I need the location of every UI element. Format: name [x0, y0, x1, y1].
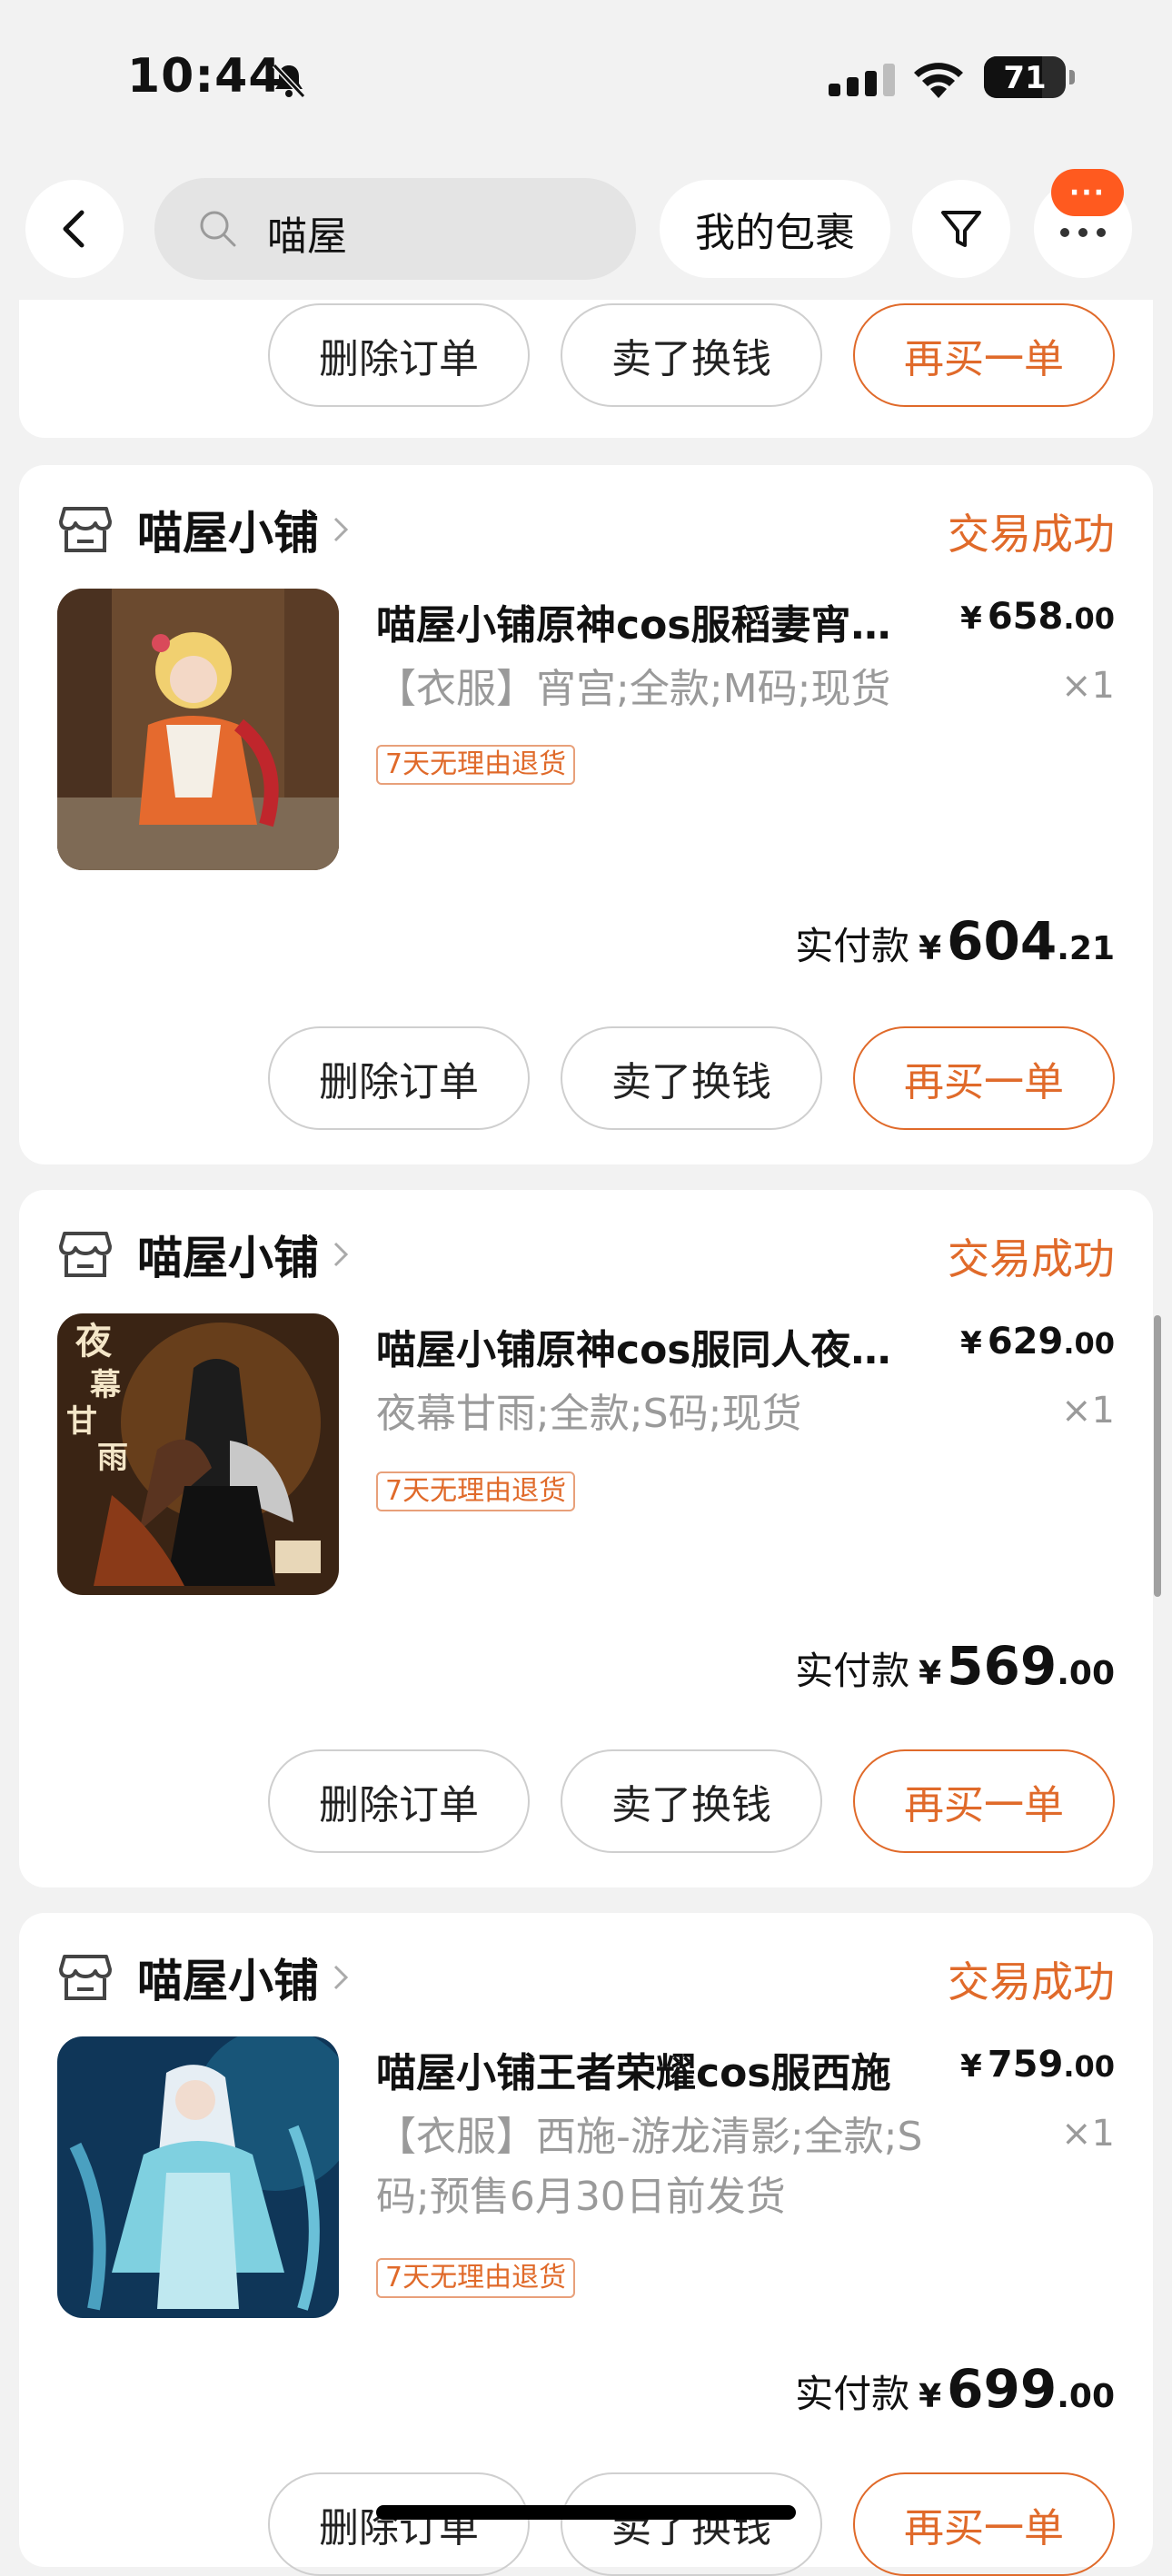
- thumb-char-1: 夜: [74, 1320, 113, 1362]
- paid-amount: 实付款 ¥699.00: [795, 2358, 1115, 2420]
- search-icon: [200, 211, 236, 247]
- delete-order-button[interactable]: 删除订单: [268, 1026, 530, 1130]
- delete-order-button[interactable]: 删除订单: [268, 2472, 530, 2576]
- product-image[interactable]: [57, 2036, 339, 2318]
- resell-button[interactable]: 卖了换钱: [561, 2472, 822, 2576]
- back-button[interactable]: [25, 180, 124, 278]
- order-status: 交易成功: [948, 1957, 1115, 2006]
- order-card[interactable]: 喵屋小铺 交易成功 喵屋小铺原神cos服稻妻宵宫cos ¥658.00 【衣服】…: [19, 465, 1153, 1164]
- product-quantity: ×1: [1061, 2113, 1115, 2155]
- delete-order-button[interactable]: 删除订单: [268, 1749, 530, 1853]
- status-bar: 10:44 71: [0, 0, 1172, 154]
- product-spec: 【衣服】宵宫;全款;M码;现货: [376, 666, 891, 712]
- return-policy-tag: 7天无理由退货: [376, 2258, 576, 2298]
- store-icon: [59, 507, 112, 552]
- status-time: 10:44: [127, 49, 283, 104]
- rebuy-button[interactable]: 再买一单: [853, 1749, 1115, 1853]
- order-status: 交易成功: [948, 1234, 1115, 1283]
- order-card[interactable]: 喵屋小铺 交易成功 喵屋小铺王者荣耀cos服西施 ¥759.00 【衣服】西施-…: [19, 1913, 1153, 2576]
- product-spec: 【衣服】西施-游龙清影;全款;S码;预售6月30日前发货: [376, 2114, 923, 2220]
- shop-header[interactable]: 喵屋小铺: [59, 1223, 350, 1286]
- order-card-partial: 删除订单 卖了换钱 再买一单: [19, 300, 1153, 438]
- resell-button[interactable]: 卖了换钱: [561, 1749, 822, 1853]
- bell-muted-icon: [272, 63, 306, 99]
- product-title[interactable]: 喵屋小铺原神cos服稻妻宵宫cos: [376, 592, 921, 650]
- top-nav: 喵屋 我的包裹 ···: [0, 169, 1172, 291]
- chevron-right-icon: [333, 1242, 349, 1267]
- chevron-right-icon: [333, 517, 349, 542]
- product-image[interactable]: [57, 589, 339, 870]
- product-image[interactable]: 夜 幕 甘 雨: [57, 1313, 339, 1595]
- battery-percent: 71: [1003, 60, 1047, 96]
- shop-name: 喵屋小铺: [137, 507, 319, 560]
- paid-amount: 实付款 ¥604.21: [795, 910, 1115, 972]
- thumb-char-3: 甘: [66, 1403, 97, 1440]
- chevron-right-icon: [333, 1965, 349, 1990]
- delete-order-button[interactable]: 删除订单: [268, 303, 530, 407]
- thumb-char-4: 雨: [97, 1440, 128, 1476]
- chevron-left-icon: [63, 210, 84, 248]
- product-price: ¥629.00: [960, 1321, 1115, 1362]
- shop-header[interactable]: 喵屋小铺: [59, 498, 350, 561]
- product-quantity: ×1: [1061, 1390, 1115, 1432]
- my-parcels-button[interactable]: 我的包裹: [660, 180, 890, 278]
- resell-button[interactable]: 卖了换钱: [561, 303, 822, 407]
- shop-name: 喵屋小铺: [137, 1232, 319, 1284]
- product-spec: 夜幕甘雨;全款;S码;现货: [376, 1391, 802, 1437]
- product-price: ¥759.00: [960, 2044, 1115, 2086]
- store-icon: [59, 1955, 112, 2000]
- paid-amount: 实付款 ¥569.00: [795, 1635, 1115, 1697]
- rebuy-button[interactable]: 再买一单: [853, 1026, 1115, 1130]
- rebuy-button[interactable]: 再买一单: [853, 303, 1115, 407]
- scroll-indicator[interactable]: [1154, 1315, 1161, 1597]
- search-field[interactable]: 喵屋: [154, 178, 636, 280]
- product-quantity: ×1: [1061, 665, 1115, 707]
- product-price: ¥658.00: [960, 596, 1115, 638]
- shop-header[interactable]: 喵屋小铺: [59, 1946, 350, 2009]
- resell-button[interactable]: 卖了换钱: [561, 1026, 822, 1130]
- product-title[interactable]: 喵屋小铺原神cos服同人夜幕甘雨: [376, 1317, 921, 1375]
- product-title[interactable]: 喵屋小铺王者荣耀cos服西施: [376, 2040, 921, 2098]
- thumb-char-2: 幕: [89, 1367, 122, 1403]
- wifi-icon: [914, 63, 963, 98]
- cellular-signal-icon: [829, 64, 895, 96]
- return-policy-tag: 7天无理由退货: [376, 745, 576, 785]
- battery-indicator: 71: [984, 56, 1075, 98]
- rebuy-button[interactable]: 再买一单: [853, 2472, 1115, 2576]
- store-icon: [59, 1232, 112, 1277]
- search-text: 喵屋: [267, 213, 347, 260]
- filter-icon: [941, 211, 981, 247]
- shop-name: 喵屋小铺: [137, 1955, 319, 2007]
- home-indicator[interactable]: [376, 2505, 796, 2520]
- order-status: 交易成功: [948, 510, 1115, 559]
- filter-button[interactable]: [912, 180, 1010, 278]
- more-dots-icon: [1060, 228, 1106, 237]
- message-badge: ···: [1051, 169, 1124, 216]
- return-policy-tag: 7天无理由退货: [376, 1471, 576, 1511]
- order-card[interactable]: 喵屋小铺 交易成功 夜 幕 甘 雨 喵屋小铺原神cos服同人夜幕甘雨 ¥629.…: [19, 1190, 1153, 1887]
